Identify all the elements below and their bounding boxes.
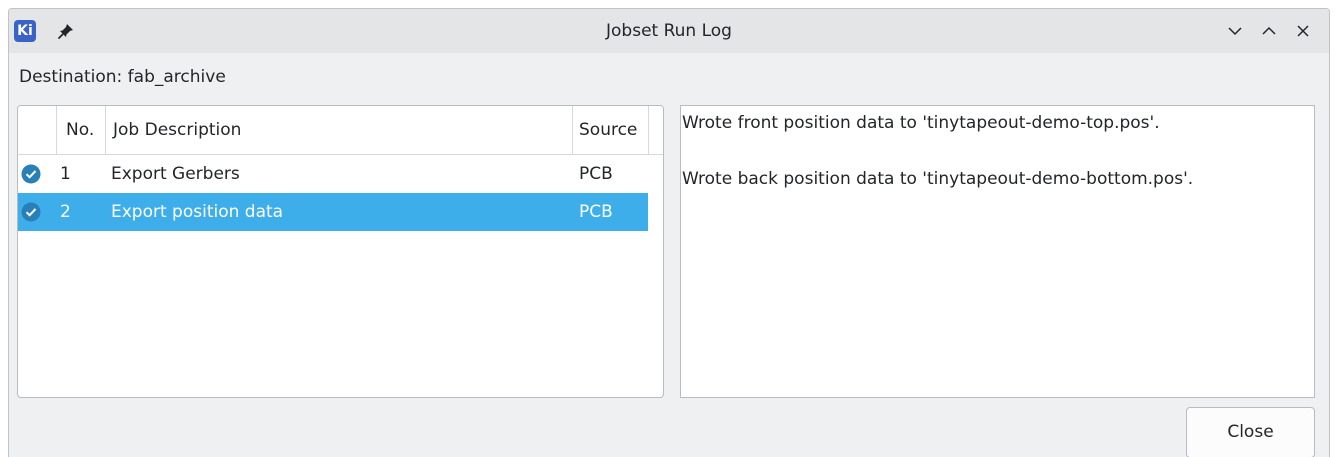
job-description: Export Gerbers: [111, 164, 240, 184]
maximize-icon[interactable]: [1260, 22, 1278, 40]
job-description: Export position data: [111, 202, 284, 222]
log-output-panel[interactable]: Wrote front position data to 'tinytapeou…: [680, 105, 1315, 398]
column-header-number[interactable]: No.: [66, 106, 94, 154]
close-icon[interactable]: [1294, 22, 1312, 40]
close-button[interactable]: Close: [1186, 407, 1315, 457]
title-bar[interactable]: Ki Jobset Run Log: [9, 9, 1329, 53]
job-source: PCB: [579, 202, 613, 222]
job-number: 1: [60, 164, 71, 184]
dialog-window: Ki Jobset Run Log Destination: fab_archi…: [8, 8, 1330, 457]
log-line: Wrote front position data to 'tinytapeou…: [682, 113, 1160, 133]
window-title: Jobset Run Log: [606, 21, 732, 41]
column-separator[interactable]: [648, 106, 649, 154]
column-separator[interactable]: [105, 106, 106, 154]
job-number: 2: [60, 202, 71, 222]
job-list-table[interactable]: No. Job Description Source 1 Export Gerb…: [17, 105, 664, 398]
check-circle-icon: [21, 202, 41, 222]
destination-label: Destination: fab_archive: [19, 67, 226, 87]
column-separator[interactable]: [572, 106, 573, 154]
log-line: Wrote back position data to 'tinytapeout…: [682, 169, 1194, 189]
table-row[interactable]: 1 Export Gerbers PCB: [18, 155, 648, 193]
minimize-icon[interactable]: [1226, 22, 1244, 40]
job-source: PCB: [579, 164, 613, 184]
column-header-description[interactable]: Job Description: [113, 106, 241, 154]
column-separator[interactable]: [56, 106, 57, 154]
check-circle-icon: [21, 164, 41, 184]
table-header: No. Job Description Source: [18, 106, 663, 155]
table-row[interactable]: 2 Export position data PCB: [18, 193, 648, 231]
column-header-source[interactable]: Source: [579, 106, 637, 154]
